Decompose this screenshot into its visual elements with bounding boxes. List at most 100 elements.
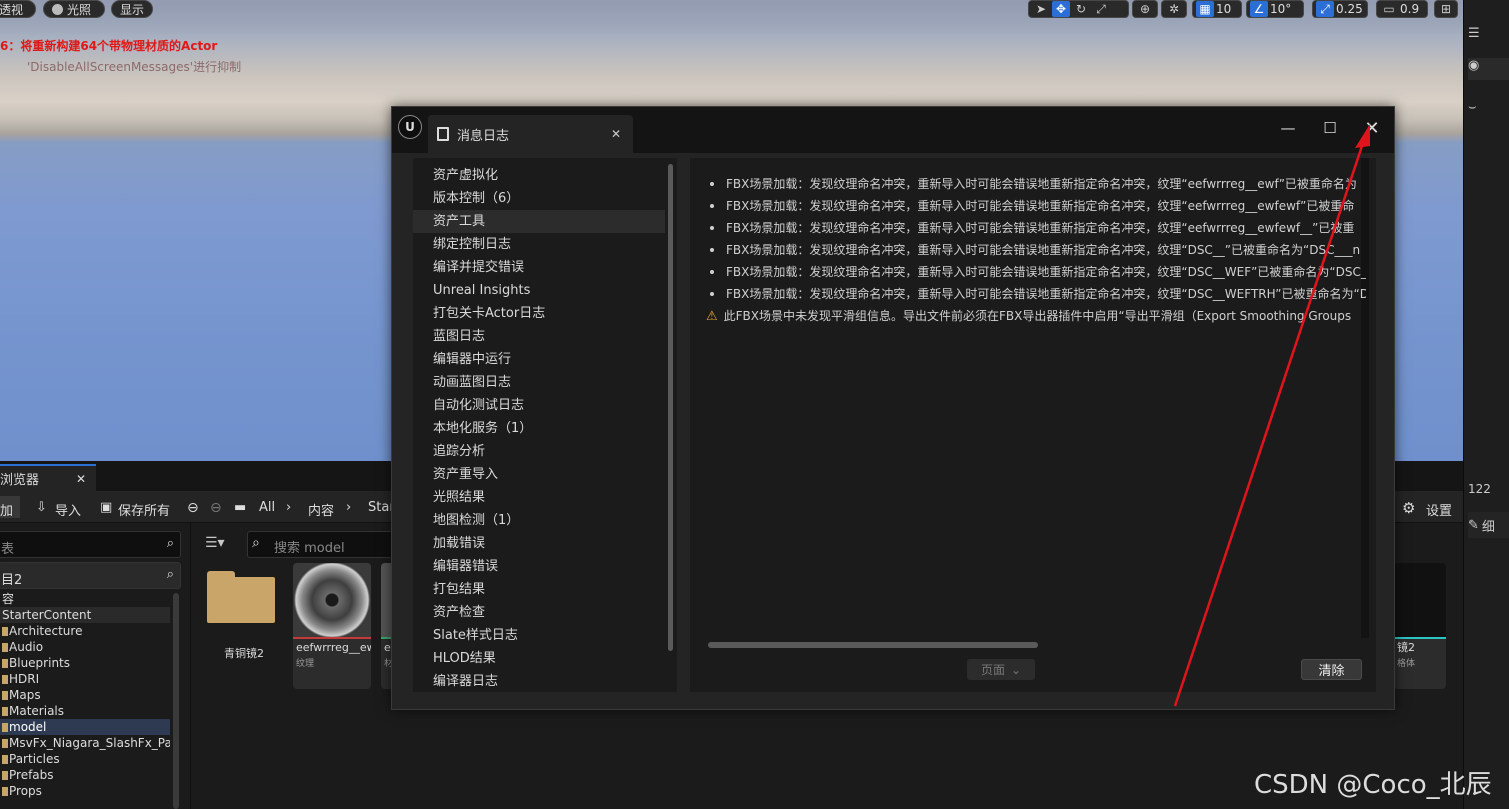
log-category-item[interactable]: 蓝图日志	[413, 325, 665, 348]
log-category-item[interactable]: 编辑器错误	[413, 555, 665, 578]
folder-icon: ▬	[234, 500, 247, 515]
rotation-snap[interactable]: ∠ 10°	[1246, 0, 1304, 18]
asset-type: 纹理	[296, 659, 315, 669]
message-log-title: 消息日志	[457, 128, 510, 144]
tree-item[interactable]: Audio	[0, 639, 170, 655]
lit-label: 光照	[67, 2, 92, 17]
world-local-toggle[interactable]: ⊕	[1132, 0, 1158, 18]
back-icon[interactable]: ⊖	[187, 500, 199, 516]
breadcrumb-all[interactable]: All	[259, 500, 275, 515]
viewport-layout-button[interactable]: ⊞	[1434, 0, 1458, 18]
tree-item-label: Materials	[9, 704, 65, 718]
globe-icon: ⊕	[1139, 2, 1151, 16]
filter-icon[interactable]: ☰	[1468, 26, 1480, 41]
asset-search-input[interactable]: ⌕ 搜索 model	[247, 531, 397, 558]
scale-snap-value: 0.25	[1336, 2, 1363, 16]
log-category-item[interactable]: 编辑器中运行	[413, 348, 665, 371]
tree-item[interactable]: HDRI	[0, 671, 170, 687]
tree-item[interactable]: Particles	[0, 751, 170, 767]
details-tab[interactable]: ✎ 细	[1468, 512, 1509, 538]
maximize-button[interactable]: ☐	[1318, 117, 1342, 139]
log-category-item[interactable]: 本地化服务（1）	[413, 417, 665, 440]
rotate-tool-icon[interactable]: ↻	[1072, 1, 1090, 17]
folder-tree: 容 StarterContent Architecture Audio Blue…	[0, 591, 170, 809]
tree-item[interactable]: Architecture	[0, 623, 170, 639]
window-titlebar[interactable]: U 消息日志 ✕ — ☐ ✕	[392, 107, 1394, 153]
surface-snap-toggle[interactable]: ✲	[1161, 0, 1187, 18]
camera-speed[interactable]: ▭ 0.9	[1376, 0, 1428, 18]
details-side-panel: ☰ ◉ ⌣ 122 ✎ 细	[1463, 0, 1509, 809]
camera-speed-value: 0.9	[1400, 2, 1420, 16]
move-tool-icon[interactable]: ✥	[1052, 1, 1070, 17]
log-category-item[interactable]: 自动化测试日志	[413, 394, 665, 417]
select-tool-icon[interactable]: ➤	[1032, 1, 1050, 17]
log-category-item[interactable]: Slate样式日志	[413, 624, 665, 647]
visibility-icon[interactable]: ◉	[1468, 58, 1509, 80]
tree-scrollbar[interactable]	[173, 593, 179, 809]
log-category-item[interactable]: 加载错误	[413, 532, 665, 555]
collections-search[interactable]: 目2 ⌕	[0, 562, 181, 589]
grid-snap[interactable]: ▦ 10	[1192, 0, 1242, 18]
tree-item[interactable]: 容	[0, 591, 170, 607]
log-category-item[interactable]: 资产虚拟化	[413, 164, 665, 187]
log-category-item[interactable]: 资产检查	[413, 601, 665, 624]
tree-item[interactable]: Prefabs	[0, 767, 170, 783]
tree-item-label: Blueprints	[9, 656, 71, 670]
log-horizontal-scrollbar[interactable]	[708, 642, 1038, 648]
settings-button[interactable]: 设置	[1426, 500, 1452, 519]
log-category-item[interactable]: 编译并提交错误	[413, 256, 665, 279]
tree-item[interactable]: Maps	[0, 687, 170, 703]
tab-content-browser[interactable]: 浏览器 ✕	[0, 464, 96, 491]
tree-item[interactable]: Materials	[0, 703, 170, 719]
save-all-button[interactable]: 保存所有	[118, 500, 170, 519]
folder-icon	[2, 643, 8, 652]
tree-item[interactable]: StarterContent	[0, 607, 170, 623]
gear-icon[interactable]: ⚙	[1402, 499, 1415, 517]
log-category-item[interactable]: 绑定控制日志	[413, 233, 665, 256]
mesh-asset-tile[interactable]: 镜2 格体	[1394, 563, 1446, 689]
log-category-item[interactable]: 打包结果	[413, 578, 665, 601]
lit-icon	[52, 3, 63, 15]
log-category-item[interactable]: 动画蓝图日志	[413, 371, 665, 394]
import-button[interactable]: 导入	[55, 500, 81, 519]
log-category-item[interactable]: 资产工具	[413, 210, 665, 233]
tree-item[interactable]: Props	[0, 783, 170, 799]
hidden-eye-icon[interactable]: ⌣	[1468, 100, 1477, 115]
lit-button[interactable]: 光照	[43, 0, 105, 18]
filter-icon[interactable]: ☰▾	[205, 535, 225, 551]
log-category-item[interactable]: 光照结果	[413, 486, 665, 509]
scale-tool-icon[interactable]: ⤢	[1092, 1, 1110, 17]
log-category-item[interactable]: HLOD结果	[413, 647, 665, 670]
add-button[interactable]: 加	[0, 496, 20, 519]
close-window-button[interactable]: ✕	[1360, 117, 1384, 139]
close-tab-icon[interactable]: ✕	[611, 127, 621, 141]
surface-snap-icon: ✲	[1168, 2, 1180, 16]
scale-snap[interactable]: ⤢ 0.25	[1312, 0, 1368, 18]
close-tab-icon[interactable]: ✕	[76, 472, 86, 486]
minimize-button[interactable]: —	[1276, 117, 1300, 139]
tree-item[interactable]: Blueprints	[0, 655, 170, 671]
breadcrumb-content[interactable]: 内容	[308, 500, 334, 519]
texture-asset-tile[interactable]: eefwrrreg__ewf_ncl1_1 纹理	[293, 563, 371, 689]
category-scrollbar[interactable]	[668, 164, 673, 651]
log-category-item[interactable]: 地图检测（1）	[413, 509, 665, 532]
log-category-item[interactable]: 追踪分析	[413, 440, 665, 463]
perspective-button[interactable]: 透视	[0, 0, 36, 18]
log-category-item[interactable]: Unreal Insights	[413, 279, 665, 302]
log-category-item[interactable]: 打包关卡Actor日志	[413, 302, 665, 325]
log-message-text: FBX场景加载：发现纹理命名冲突，重新导入时可能会错误地重新指定命名冲突，纹理“…	[726, 243, 1361, 257]
tree-item[interactable]: MsvFx_Niagara_SlashFx_Pa	[0, 735, 170, 751]
folder-asset[interactable]	[207, 571, 275, 623]
bullet-icon	[710, 181, 714, 186]
tree-item-label: Maps	[9, 688, 41, 702]
log-category-item[interactable]: 编译器日志	[413, 670, 665, 692]
show-button[interactable]: 显示	[111, 0, 153, 18]
tree-item-selected[interactable]: model	[0, 719, 170, 735]
page-dropdown[interactable]: 页面 ⌄	[967, 659, 1035, 680]
sources-search[interactable]: 表 ⌕	[0, 531, 181, 558]
forward-icon[interactable]: ⊖	[210, 500, 222, 516]
clear-button[interactable]: 清除	[1301, 659, 1362, 680]
tab-message-log[interactable]: 消息日志 ✕	[428, 115, 633, 153]
log-category-item[interactable]: 资产重导入	[413, 463, 665, 486]
log-category-item[interactable]: 版本控制（6）	[413, 187, 665, 210]
